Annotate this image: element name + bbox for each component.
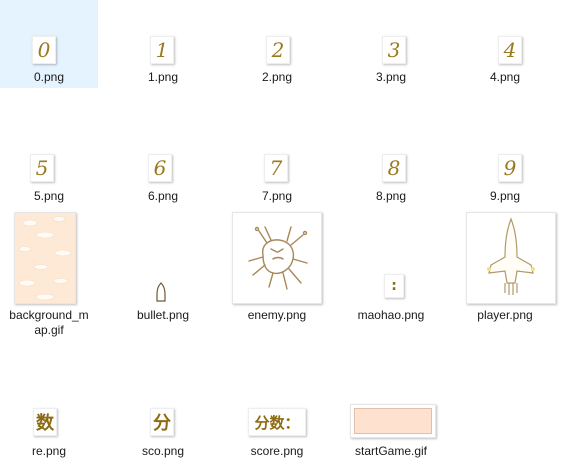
- file-item-background-map[interactable]: background_m ap.gif: [0, 210, 98, 345]
- file-item-4[interactable]: 4 4.png: [456, 0, 554, 88]
- start-game-swatch: [354, 408, 432, 434]
- file-item-2[interactable]: 2 2.png: [228, 0, 326, 88]
- file-item-7[interactable]: 7 7.png: [228, 120, 326, 208]
- file-item-3[interactable]: 3 3.png: [342, 0, 440, 88]
- file-label: sco.png: [141, 444, 185, 458]
- file-label: 5.png: [33, 189, 65, 203]
- file-item-9[interactable]: 9 9.png: [456, 120, 554, 208]
- file-label: 3.png: [375, 70, 407, 84]
- start-game-thumbnail: [350, 404, 436, 438]
- file-item-8[interactable]: 8 8.png: [342, 120, 440, 208]
- file-item-player[interactable]: player.png: [456, 210, 556, 345]
- file-label-line2: ap.gif: [34, 323, 64, 337]
- file-label: 0.png: [33, 70, 65, 84]
- clouds-icon: [15, 213, 75, 303]
- digit-6-thumbnail: 6: [148, 154, 172, 182]
- file-label: 8.png: [375, 189, 407, 203]
- digit-7-thumbnail: 7: [264, 154, 288, 182]
- file-label: 7.png: [261, 189, 293, 203]
- score-text-thumbnail: 分数：: [248, 408, 306, 436]
- file-label: 1.png: [147, 70, 179, 84]
- file-item-6[interactable]: 6 6.png: [114, 120, 212, 208]
- file-label: score.png: [250, 444, 304, 458]
- player-ship-icon: [487, 217, 535, 295]
- digit-8-thumbnail: 8: [382, 154, 406, 182]
- colon-thumbnail: :: [384, 274, 404, 298]
- player-thumbnail: [466, 212, 556, 304]
- digit-4-thumbnail: 4: [498, 36, 522, 64]
- digit-2-thumbnail: 2: [266, 36, 290, 64]
- digit-3-thumbnail: 3: [382, 36, 406, 64]
- digit-9-thumbnail: 9: [498, 154, 522, 182]
- file-label: 4.png: [489, 70, 521, 84]
- file-label: 9.png: [489, 189, 521, 203]
- file-label-line1: background_m: [9, 308, 89, 322]
- file-label: startGame.gif: [354, 444, 428, 458]
- file-item-sco[interactable]: 分 sco.png: [114, 400, 212, 459]
- digit-0-thumbnail: 0: [32, 36, 56, 64]
- file-item-bullet[interactable]: bullet.png: [114, 210, 212, 345]
- shu-glyph-thumbnail: 数: [33, 408, 57, 436]
- file-item-re[interactable]: 数 re.png: [0, 400, 98, 459]
- digit-1-thumbnail: 1: [150, 36, 174, 64]
- enemy-sketch-icon: [248, 226, 308, 290]
- file-item-5[interactable]: 5 5.png: [0, 120, 98, 208]
- file-label: player.png: [477, 308, 533, 322]
- file-item-1[interactable]: 1 1.png: [114, 0, 212, 88]
- bullet-icon: [156, 282, 166, 302]
- digit-5-thumbnail: 5: [30, 154, 54, 182]
- file-item-startgame[interactable]: startGame.gif: [342, 400, 450, 459]
- file-label: bullet.png: [136, 308, 190, 322]
- enemy-thumbnail: [232, 212, 322, 304]
- fen-glyph-thumbnail: 分: [150, 408, 174, 436]
- file-item-enemy[interactable]: enemy.png: [228, 210, 326, 345]
- file-item-0[interactable]: 0 0.png: [0, 0, 98, 88]
- file-label: 2.png: [261, 70, 293, 84]
- file-label: re.png: [31, 444, 67, 458]
- file-item-maohao[interactable]: : maohao.png: [342, 210, 440, 345]
- file-item-score[interactable]: 分数： score.png: [228, 400, 326, 459]
- file-label: 6.png: [147, 189, 179, 203]
- file-label: maohao.png: [357, 308, 425, 322]
- file-label: background_m ap.gif: [0, 308, 98, 338]
- background-map-thumbnail: [14, 212, 76, 304]
- file-label: enemy.png: [247, 308, 307, 322]
